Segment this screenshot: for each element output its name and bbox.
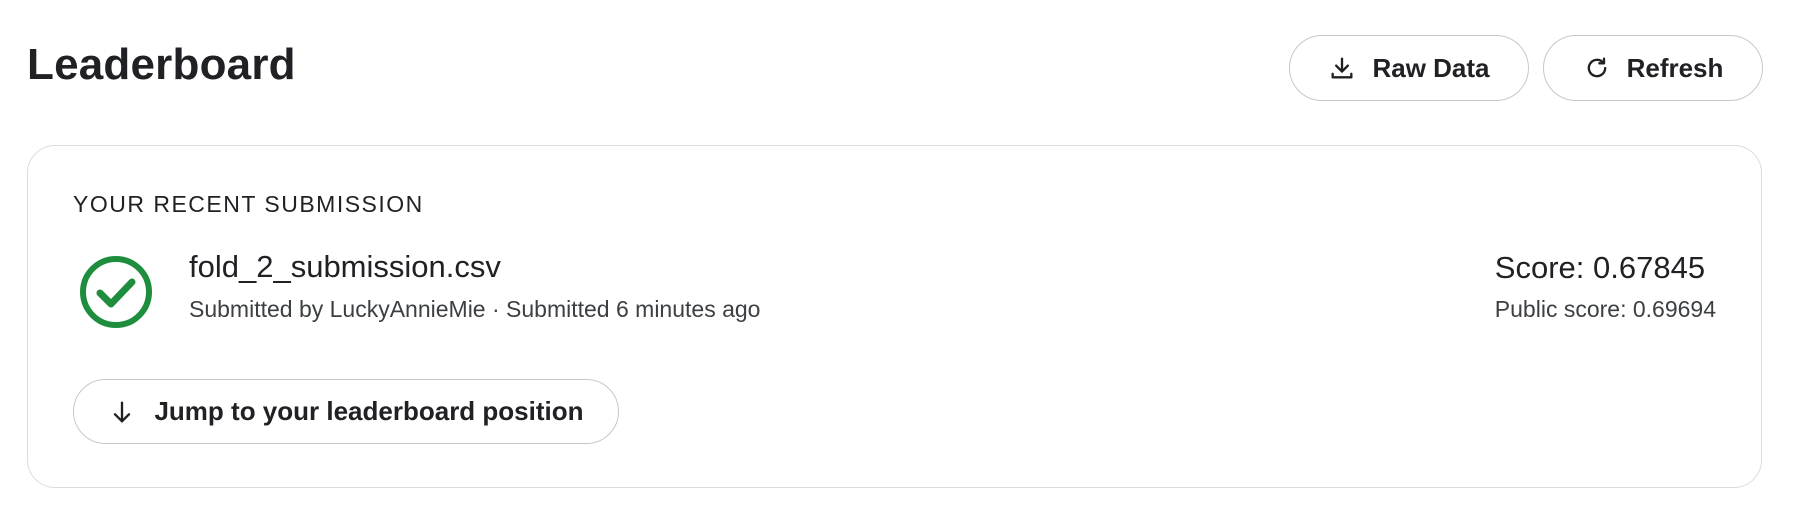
jump-label: Jump to your leaderboard position: [154, 396, 584, 426]
public-score: Public score: 0.69694: [1494, 296, 1716, 322]
section-label: YOUR RECENT SUBMISSION: [73, 191, 424, 217]
submission-meta: Submitted by LuckyAnnieMie · Submitted 6…: [189, 296, 761, 322]
jump-to-position-button[interactable]: Jump to your leaderboard position: [73, 379, 619, 444]
download-icon: [1328, 54, 1356, 82]
arrow-down-icon: [108, 398, 136, 426]
score-block: Score: 0.67845 Public score: 0.69694: [1495, 249, 1716, 323]
refresh-button[interactable]: Refresh: [1543, 35, 1763, 101]
raw-data-button[interactable]: Raw Data: [1289, 35, 1529, 101]
check-circle-icon: [78, 254, 154, 330]
recent-submission-card: YOUR RECENT SUBMISSION fold_2_submission…: [27, 145, 1762, 488]
refresh-icon: [1583, 54, 1611, 82]
submission-file-name: fold_2_submission.csv: [189, 249, 501, 284]
header-actions: Raw Data Refresh: [1289, 35, 1763, 101]
page-title: Leaderboard: [27, 40, 296, 89]
leaderboard-page: Leaderboard Raw Data Refresh YOUR RECENT…: [0, 0, 1798, 513]
raw-data-label: Raw Data: [1372, 52, 1490, 83]
submission-score: Score: 0.67845: [1494, 250, 1706, 285]
refresh-label: Refresh: [1626, 52, 1724, 83]
